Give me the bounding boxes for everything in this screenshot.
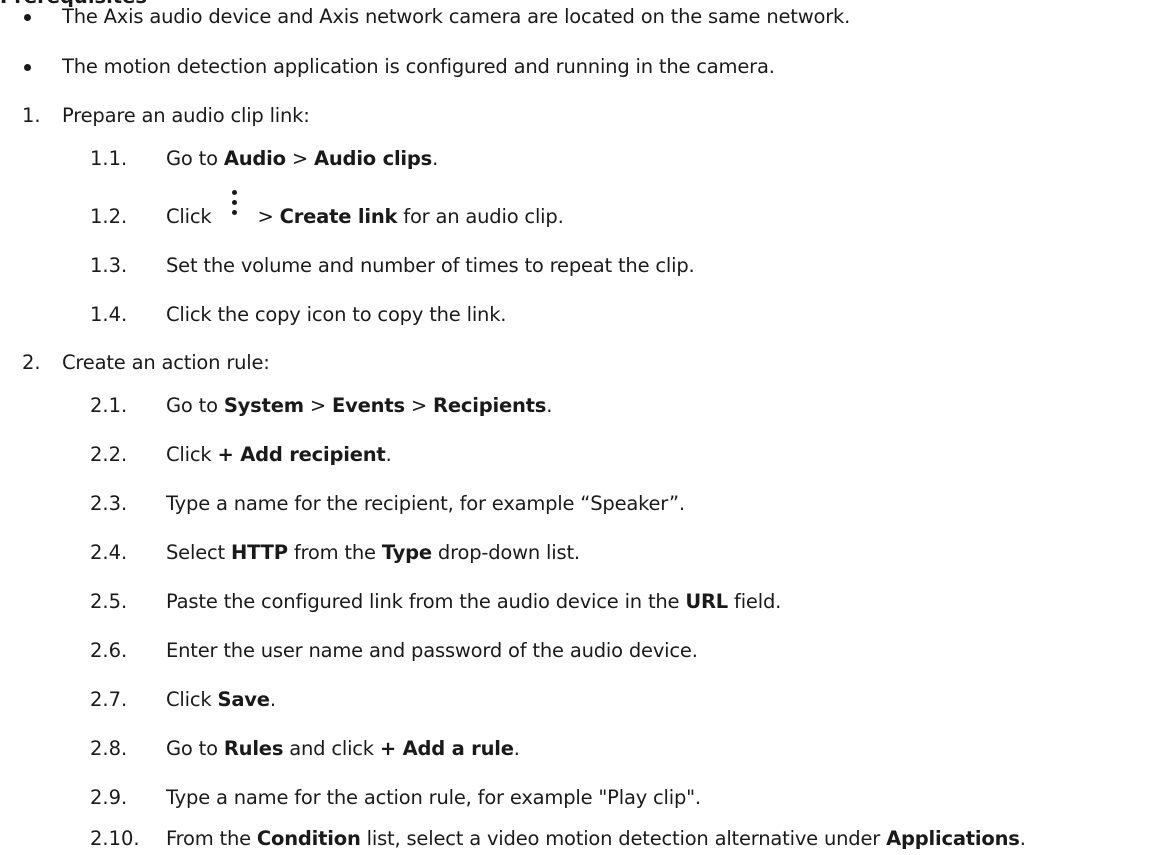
substep-text: Type a name for the recipient, for examp… — [166, 492, 685, 515]
substep-text-part: From the — [166, 827, 257, 850]
ui-term: Recipients — [433, 394, 547, 417]
substep-text: Paste the configured link from the audio… — [166, 589, 781, 615]
step-text: Create an action rule: — [62, 351, 270, 374]
prerequisite-item: The Axis audio device and Axis network c… — [62, 5, 851, 28]
substep-text: Go to Rules and click + Add a rule. — [166, 736, 520, 762]
bullet-icon — [24, 14, 31, 21]
substep-text-part: Click — [166, 443, 218, 466]
substep-number: 2.6. — [90, 639, 128, 662]
substep-number: 2.4. — [90, 541, 128, 564]
substep-text: Set the volume and number of times to re… — [166, 254, 695, 277]
substep-text-part: . — [432, 147, 439, 170]
ui-term: Save — [217, 688, 270, 711]
substep-text: Click + Add recipient. — [166, 442, 392, 468]
substep-text: Select HTTP from the Type drop-down list… — [166, 540, 580, 566]
substep-text-part: . — [385, 443, 392, 466]
substep-text-part: > — [285, 147, 314, 170]
substep-number: 2.9. — [90, 786, 128, 809]
substep-text-part: from the — [287, 541, 382, 564]
substep-text-part: drop-down list. — [431, 541, 580, 564]
substep-text: Click > Create link for an audio clip. — [166, 190, 564, 230]
substep-number: 2.3. — [90, 492, 128, 515]
substep-text: From the Condition list, select a video … — [166, 826, 1026, 852]
substep-text: Click the copy icon to copy the link. — [166, 303, 507, 326]
substep-text-part: Paste the configured link from the audio… — [166, 590, 686, 613]
bullet-icon — [24, 64, 31, 71]
prerequisite-item: The motion detection application is conf… — [62, 55, 775, 78]
substep-text-part: . — [546, 394, 553, 417]
step-number: 1. — [22, 104, 41, 127]
substep-text-part: Click — [166, 688, 218, 711]
kebab-menu-icon — [217, 190, 251, 230]
ui-term: Audio clips — [313, 147, 433, 170]
ui-term: Rules — [223, 737, 284, 760]
substep-number: 1.2. — [90, 205, 128, 228]
substep-text: Type a name for the action rule, for exa… — [166, 786, 701, 809]
document-page: Prerequisites The Axis audio device and … — [0, 0, 1155, 855]
step-number: 2. — [22, 351, 41, 374]
substep-text-part: Go to — [166, 737, 224, 760]
substep-number: 2.7. — [90, 688, 128, 711]
ui-term: + Add a rule — [379, 737, 514, 760]
step-text: Prepare an audio clip link: — [62, 104, 310, 127]
substep-text-part: Go to — [166, 147, 224, 170]
ui-term: Audio — [223, 147, 286, 170]
ui-term: Events — [332, 394, 405, 417]
ui-term: HTTP — [230, 541, 288, 564]
substep-text-part: for an audio clip. — [397, 205, 564, 228]
ui-term: Condition — [256, 827, 361, 850]
substep-text-part: Select — [166, 541, 231, 564]
substep-text-part: > — [251, 205, 280, 228]
ui-term: Applications — [886, 827, 1020, 850]
substep-text-part: field. — [728, 590, 782, 613]
substep-number: 1.4. — [90, 303, 128, 326]
substep-text-part: > — [404, 394, 434, 417]
substep-text-part: list, select a video motion detection al… — [360, 827, 887, 850]
ui-term: Type — [381, 541, 432, 564]
substep-number: 1.1. — [90, 147, 128, 170]
substep-text-part: Click — [166, 205, 218, 228]
substep-text-part: . — [513, 737, 520, 760]
substep-number: 2.1. — [90, 394, 128, 417]
ui-term: System — [223, 394, 304, 417]
substep-text-part: Go to — [166, 394, 224, 417]
substep-text: Go to System > Events > Recipients. — [166, 393, 552, 419]
substep-number: 2.10. — [90, 827, 140, 850]
substep-number: 2.5. — [90, 590, 128, 613]
ui-term: Create link — [279, 205, 398, 228]
substep-text-part: and click — [283, 737, 380, 760]
substep-text: Go to Audio > Audio clips. — [166, 146, 438, 172]
substep-text-part: . — [1019, 827, 1026, 850]
substep-text-part: > — [303, 394, 332, 417]
substep-number: 2.2. — [90, 443, 128, 466]
ui-term: + Add recipient — [217, 443, 386, 466]
substep-number: 2.8. — [90, 737, 128, 760]
substep-text-part: . — [269, 688, 276, 711]
substep-text: Click Save. — [166, 687, 276, 713]
substep-text: Enter the user name and password of the … — [166, 639, 698, 662]
substep-number: 1.3. — [90, 254, 128, 277]
ui-term: URL — [685, 590, 729, 613]
